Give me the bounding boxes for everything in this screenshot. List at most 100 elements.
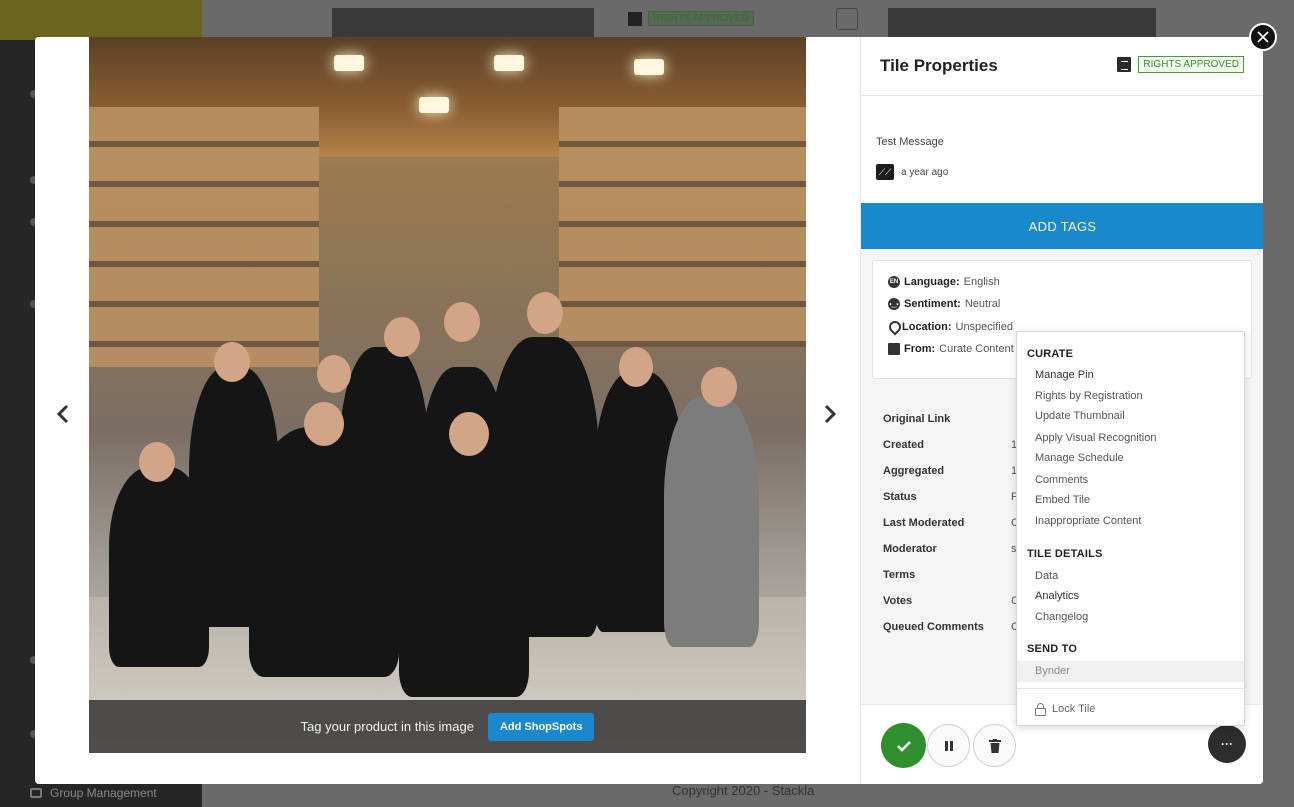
menu-item-changelog[interactable]: Changelog	[1035, 611, 1088, 623]
menu-item-apply-visual-recognition[interactable]: Apply Visual Recognition	[1035, 432, 1156, 444]
menu-item-analytics[interactable]: Analytics	[1035, 590, 1079, 602]
add-shopspots-button[interactable]: Add ShopSpots	[487, 712, 595, 741]
pause-icon	[944, 740, 953, 751]
sentiment-face-icon: •‿•	[888, 298, 900, 310]
detail-label: Moderator	[883, 543, 937, 555]
sentiment-row: •‿• Sentiment: Neutral	[888, 298, 1000, 310]
lock-tile-button[interactable]: Lock Tile	[1035, 703, 1096, 716]
info-value: English	[963, 276, 1000, 288]
detail-label: Original Link	[883, 413, 951, 425]
background-tile-checkbox	[836, 8, 858, 30]
sidebar-item-group-management[interactable]: Group Management	[30, 786, 157, 800]
detail-label: Created	[883, 439, 924, 451]
rights-status: RIGHTS APPROVED	[1117, 56, 1244, 73]
info-label: Language:	[904, 276, 960, 288]
document-icon	[628, 11, 642, 26]
image-shelf	[89, 107, 319, 367]
menu-item-comments[interactable]: Comments	[1035, 474, 1088, 486]
chevron-left-icon	[56, 404, 69, 424]
lock-tile-label: Lock Tile	[1052, 703, 1096, 715]
info-label: From:	[904, 343, 936, 355]
tile-message-area: Test Message ⟋⟋ a year ago	[861, 96, 1263, 203]
info-value: Curate Content	[939, 343, 1014, 355]
info-label: Sentiment:	[904, 298, 961, 310]
menu-item-inappropriate-content[interactable]: Inappropriate Content	[1035, 515, 1141, 527]
background-tile-thumbnail	[888, 8, 1156, 38]
image-head	[701, 367, 737, 407]
shopspots-bar: Tag your product in this image Add ShopS…	[89, 700, 806, 753]
menu-item-embed-tile[interactable]: Embed Tile	[1035, 494, 1090, 506]
image-person	[664, 397, 759, 647]
image-light	[634, 59, 664, 75]
image-light	[419, 97, 449, 113]
tag-product-prompt: Tag your product in this image	[300, 719, 474, 734]
menu-section-send-to: SEND TO	[1027, 643, 1078, 655]
menu-section-tile-details: TILE DETAILS	[1027, 548, 1103, 560]
close-icon	[1257, 31, 1269, 43]
close-modal-button[interactable]	[1249, 23, 1277, 51]
app-logo	[0, 0, 202, 40]
menu-item-data[interactable]: Data	[1035, 570, 1058, 582]
previous-tile-button[interactable]	[51, 399, 75, 429]
tile-timestamp: a year ago	[901, 166, 949, 178]
delete-button[interactable]	[973, 724, 1016, 767]
menu-item-manage-pin[interactable]: Manage Pin	[1035, 369, 1094, 381]
more-actions-button[interactable]: ···	[1208, 725, 1246, 763]
detail-label: Last Moderated	[883, 517, 965, 529]
properties-header: Tile Properties RIGHTS APPROVED	[861, 37, 1263, 96]
image-head	[444, 302, 480, 342]
copyright-text: Copyright 2020 - Stackla	[672, 783, 815, 798]
info-value: Unspecified	[955, 321, 1013, 333]
group-icon	[30, 788, 42, 798]
rights-badge-text: RIGHTS APPROVED	[648, 11, 754, 26]
from-row: From: Curate Content	[888, 343, 1014, 355]
checkmark-icon	[896, 740, 911, 752]
detail-label: Aggregated	[883, 465, 945, 477]
image-light	[334, 55, 364, 71]
detail-label: Terms	[883, 569, 916, 581]
pause-button[interactable]	[927, 724, 970, 767]
detail-label: Queued Comments	[883, 621, 984, 633]
info-label: Location:	[902, 321, 952, 333]
info-value: Neutral	[964, 298, 1001, 310]
page-title: Tile Properties	[880, 56, 998, 75]
detail-label: Status	[883, 491, 917, 503]
menu-section-curate: CURATE	[1027, 348, 1074, 360]
image-head	[317, 355, 351, 393]
tile-image	[89, 37, 806, 753]
media-pane: Tag your product in this image Add ShopS…	[35, 37, 860, 784]
trash-icon	[988, 738, 1001, 753]
document-icon	[888, 343, 900, 355]
sidebar-item-label: Group Management	[50, 786, 157, 800]
image-head	[449, 412, 489, 456]
image-shelf	[559, 107, 806, 347]
location-row: Location: Unspecified	[888, 321, 1013, 333]
menu-item-manage-schedule[interactable]: Manage Schedule	[1035, 452, 1124, 464]
tile-meta: ⟋⟋ a year ago	[876, 164, 948, 180]
tile-message: Test Message	[876, 136, 944, 148]
menu-item-update-thumbnail[interactable]: Update Thumbnail	[1035, 410, 1125, 422]
menu-item-bynder[interactable]: Bynder	[1017, 661, 1244, 682]
image-head	[304, 402, 344, 446]
stackla-source-icon: ⟋⟋	[876, 164, 894, 180]
menu-item-rights-by-registration[interactable]: Rights by Registration	[1035, 390, 1143, 402]
approve-button[interactable]	[881, 723, 926, 768]
detail-label: Votes	[883, 595, 913, 607]
background-tile-thumbnail	[332, 8, 594, 38]
rights-approved-badge: RIGHTS APPROVED	[1138, 56, 1244, 73]
image-head	[619, 347, 653, 387]
document-icon	[1117, 57, 1132, 72]
menu-divider	[1017, 688, 1244, 689]
next-tile-button[interactable]	[818, 399, 842, 429]
tile-actions-menu: CURATE Manage Pin Rights by Registration…	[1016, 331, 1245, 726]
image-person	[489, 337, 599, 637]
background-rights-badge: RIGHTS APPROVED	[628, 11, 754, 26]
image-head	[527, 292, 563, 334]
image-light	[494, 55, 524, 71]
image-head	[139, 442, 175, 482]
location-pin-icon	[888, 321, 898, 333]
image-head	[214, 342, 250, 382]
chevron-right-icon	[824, 404, 837, 424]
lock-icon	[1035, 703, 1046, 716]
add-tags-button[interactable]: ADD TAGS	[861, 203, 1263, 249]
